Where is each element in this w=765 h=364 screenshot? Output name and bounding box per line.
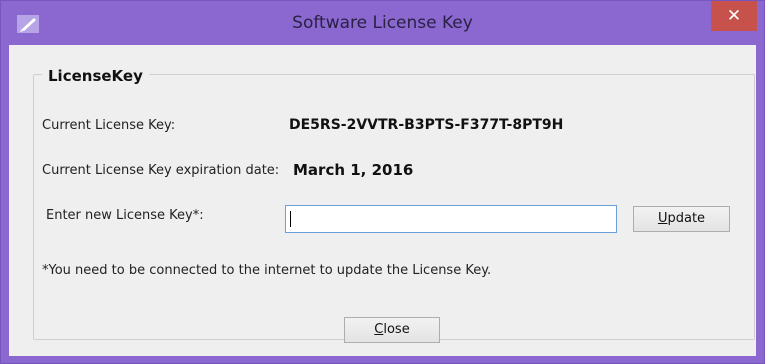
license-dialog: Software License Key ✕ LicenseKey Curren… [0, 0, 765, 364]
title-bar[interactable]: Software License Key ✕ [1, 1, 764, 45]
expiration-label: Current License Key expiration date: [42, 163, 280, 178]
dialog-body: LicenseKey Current License Key: DE5RS-2V… [9, 45, 756, 356]
internet-note: *You need to be connected to the interne… [42, 263, 492, 278]
close-button[interactable]: Close [344, 317, 440, 343]
close-icon: ✕ [726, 6, 742, 26]
new-key-label: Enter new License Key*: [46, 208, 204, 223]
current-key-label: Current License Key: [42, 118, 176, 133]
text-caret [290, 211, 291, 227]
update-button[interactable]: Update [633, 206, 730, 232]
close-mnemonic: C [374, 322, 384, 337]
update-label-rest: pdate [667, 211, 706, 226]
expiration-value: March 1, 2016 [293, 161, 414, 179]
group-title: LicenseKey [42, 67, 149, 85]
close-window-button[interactable]: ✕ [711, 1, 757, 31]
window-title: Software License Key [292, 13, 473, 33]
close-label-rest: lose [383, 322, 410, 337]
new-license-key-input[interactable] [285, 205, 617, 233]
current-key-value: DE5RS-2VVTR-B3PTS-F377T-8PT9H [289, 117, 564, 133]
